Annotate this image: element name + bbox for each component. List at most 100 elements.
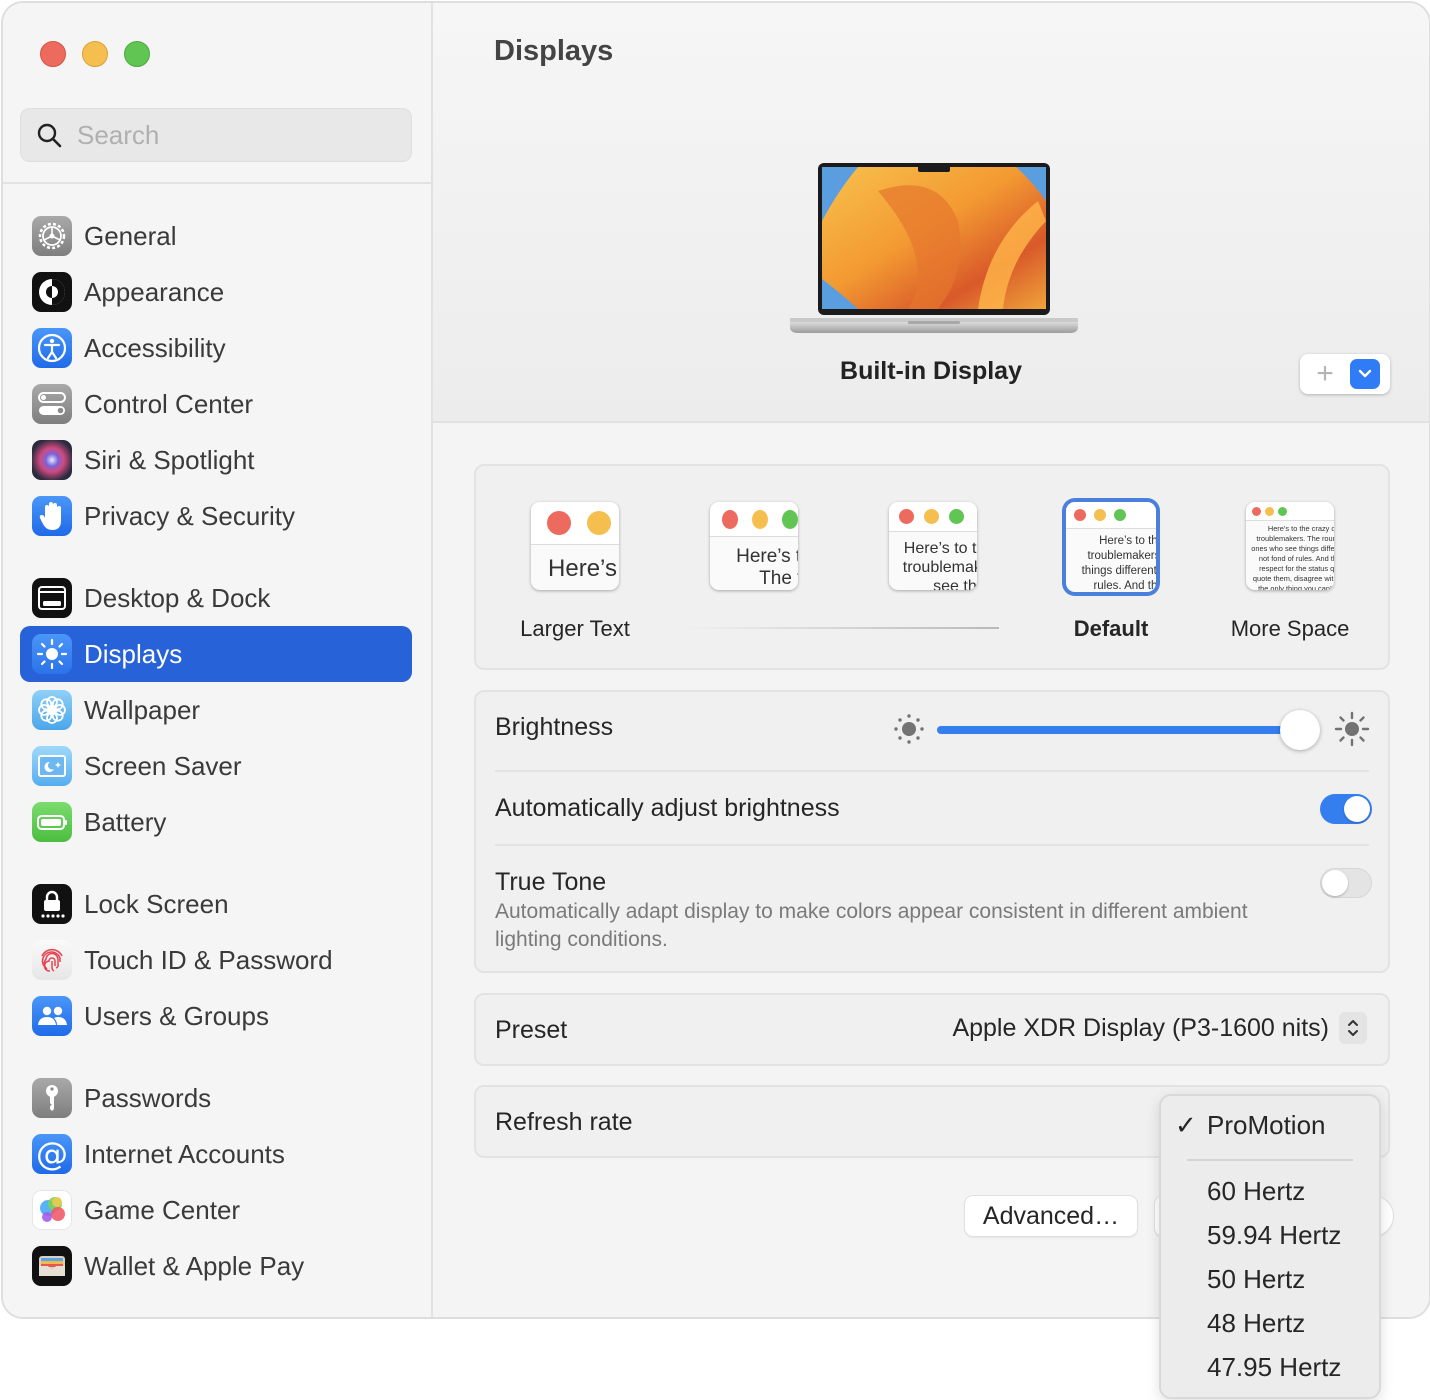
dock-icon [32,578,72,618]
chevron-down-icon[interactable] [1350,359,1380,389]
sidebar-item-label: Siri & Spotlight [84,444,255,475]
sidebar: General Appearance Accessibility [3,3,433,1317]
auto-brightness-toggle[interactable] [1320,794,1372,824]
menu-item-promotion[interactable]: ✓ ProMotion [1161,1110,1379,1154]
flower-icon [32,690,72,730]
row-divider [495,770,1369,772]
sidebar-item-appearance[interactable]: Appearance [20,264,412,320]
resolution-preview: Here’s to the crazy ones. The troublemak… [1246,502,1334,590]
resolution-scale-line [686,627,999,629]
resolution-option-more-space[interactable]: Here’s to the crazy ones. The troublemak… [1231,502,1349,641]
sidebar-item-displays[interactable]: Displays [20,626,412,682]
brightness-slider-fill [937,726,1300,734]
game-center-icon [32,1190,72,1230]
accessibility-icon [32,328,72,368]
resolution-option-2[interactable]: Here’s to the crazy ones. The troublemak… [710,502,798,590]
hand-icon [32,496,72,536]
auto-brightness-label: Automatically adjust brightness [495,794,840,822]
add-display-button[interactable]: + [1300,354,1350,394]
sidebar-item-label: Accessibility [84,332,226,363]
resolution-preview: Here’s to the crazy ones. The troublemak… [710,502,798,590]
control-center-icon [32,384,72,424]
sidebar-item-privacy-security[interactable]: Privacy & Security [20,488,412,544]
sidebar-item-label: Touch ID & Password [84,944,333,975]
sidebar-item-label: Passwords [84,1082,212,1113]
brightness-slider[interactable] [937,710,1320,750]
display-name: Built-in Display [840,357,1022,385]
sidebar-item-label: Internet Accounts [84,1138,285,1169]
sidebar-item-label: Wallet & Apple Pay [84,1250,305,1281]
resolution-caption: More Space [1230,616,1350,641]
up-down-chevron-icon [1339,1012,1367,1044]
minimize-window-button[interactable] [82,41,108,67]
sidebar-divider [3,182,431,184]
gear-icon [32,216,72,256]
sidebar-item-touch-id-password[interactable]: Touch ID & Password [20,932,412,988]
search-field[interactable] [20,108,412,162]
resolution-option-larger-text[interactable]: Here’s Larger Text [520,502,630,641]
battery-icon [32,802,72,842]
sidebar-item-label: Screen Saver [84,750,242,781]
sidebar-item-label: Control Center [84,388,254,419]
resolution-option-default[interactable]: Here’s to the crazy ones. The troublemak… [1066,502,1156,641]
sidebar-item-lock-screen[interactable]: Lock Screen [20,876,412,932]
true-tone-description: Automatically adapt display to make colo… [495,900,1248,951]
advanced-button[interactable]: Advanced… [965,1196,1137,1236]
sidebar-item-label: Lock Screen [84,888,229,919]
zoom-window-button[interactable] [124,41,150,67]
refresh-rate-menu: ✓ ProMotion 60 Hertz 59.94 Hertz 50 Hert… [1159,1094,1381,1399]
sidebar-item-label: Desktop & Dock [84,582,271,613]
brightness-slider-thumb[interactable] [1279,710,1320,750]
sidebar-item-screen-saver[interactable]: Screen Saver [20,738,412,794]
close-window-button[interactable] [40,41,66,67]
resolution-card: Here’s Larger Text Here’s to the crazy o… [474,464,1390,670]
sun-dim-icon [894,714,924,744]
sidebar-item-wallet-apple-pay[interactable]: Wallet & Apple Pay [20,1238,412,1294]
sidebar-item-accessibility[interactable]: Accessibility [20,320,412,376]
resolution-option-3[interactable]: Here’s to the crazy ones. The troublemak… [889,502,977,590]
resolution-preview: Here’s to the crazy ones. The troublemak… [1066,502,1156,592]
sidebar-item-label: Game Center [84,1194,241,1225]
preset-value: Apple XDR Display (P3-1600 nits) [952,1013,1329,1042]
menu-item-47-95-hertz[interactable]: 47.95 Hertz [1161,1352,1379,1396]
brightness-label: Brightness [495,713,614,741]
screen-saver-icon [32,746,72,786]
sidebar-item-battery[interactable]: Battery [20,794,412,850]
at-icon: @ [32,1134,72,1174]
menu-item-48-hertz[interactable]: 48 Hertz [1161,1308,1379,1352]
search-input[interactable] [75,118,399,152]
menu-item-50-hertz[interactable]: 50 Hertz [1161,1264,1379,1308]
sidebar-item-internet-accounts[interactable]: @ Internet Accounts [20,1126,412,1182]
sidebar-item-label: Appearance [84,276,225,307]
display-header: Displays Built-in Display + [433,3,1429,423]
sidebar-item-label: Privacy & Security [84,500,295,531]
display-controls: + [1300,354,1390,394]
row-divider [495,844,1369,846]
siri-icon [32,440,72,480]
sidebar-item-passwords[interactable]: Passwords [20,1070,412,1126]
appearance-icon [32,272,72,312]
resolution-preview: Here’s to the crazy ones. The troublemak… [889,502,977,590]
preset-popup[interactable]: Apple XDR Display (P3-1600 nits) [952,1012,1367,1044]
sidebar-item-users-groups[interactable]: Users & Groups [20,988,412,1044]
sidebar-item-general[interactable]: General [20,208,412,264]
key-icon [32,1078,72,1118]
sidebar-item-game-center[interactable]: Game Center [20,1182,412,1238]
brightness-card: Brightness Automatically adjust brightne… [474,690,1390,973]
sidebar-item-desktop-dock[interactable]: Desktop & Dock [20,570,412,626]
true-tone-label: True Tone [495,868,607,896]
sidebar-item-wallpaper[interactable]: Wallpaper [20,682,412,738]
refresh-rate-label: Refresh rate [495,1108,633,1136]
lock-icon [32,884,72,924]
sun-icon [32,634,72,674]
resolution-caption: Larger Text [520,616,630,641]
menu-separator [1187,1159,1353,1161]
sidebar-item-siri-spotlight[interactable]: Siri & Spotlight [20,432,412,488]
macbook-display-image[interactable] [788,161,1080,341]
menu-item-60-hertz[interactable]: 60 Hertz [1161,1176,1379,1220]
true-tone-toggle[interactable] [1320,868,1372,898]
preset-card: Preset Apple XDR Display (P3-1600 nits) [474,993,1390,1066]
menu-item-59-94-hertz[interactable]: 59.94 Hertz [1161,1220,1379,1264]
sidebar-item-label: Wallpaper [84,694,201,725]
sidebar-item-control-center[interactable]: Control Center [20,376,412,432]
